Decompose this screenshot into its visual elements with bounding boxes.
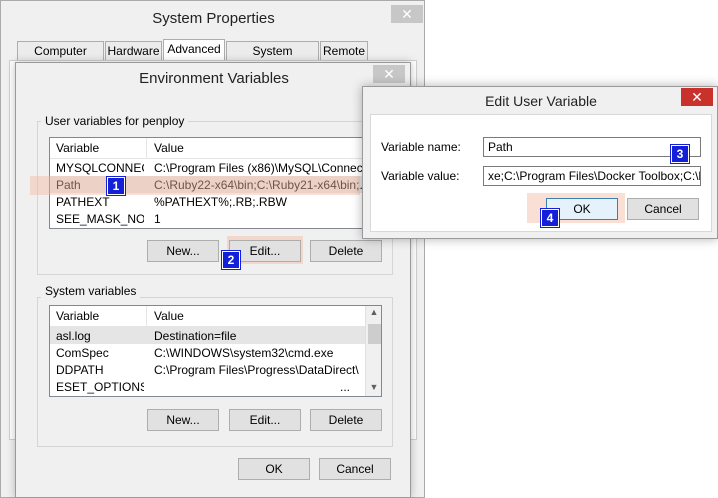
row-variable: ComSpec bbox=[56, 346, 109, 360]
environment-variables-close-button[interactable]: ✕ bbox=[373, 65, 405, 83]
row-value: %PATHEXT%;.RB;.RBW bbox=[154, 195, 287, 209]
system-delete-button[interactable]: Delete bbox=[310, 409, 382, 431]
column-header-variable[interactable]: Variable bbox=[56, 309, 99, 323]
variable-name-label: Variable name: bbox=[381, 140, 461, 154]
system-new-button[interactable]: New... bbox=[147, 409, 219, 431]
env-ok-button[interactable]: OK bbox=[238, 458, 310, 480]
user-variables-label: User variables for penploy bbox=[41, 114, 189, 128]
tab-label: Remote bbox=[322, 44, 366, 58]
row-variable: asl.log bbox=[56, 329, 91, 343]
tab-label: Advanced bbox=[167, 42, 221, 56]
variable-name-field[interactable]: Path bbox=[483, 137, 701, 157]
row-variable: SEE_MASK_NOZ... bbox=[56, 212, 144, 226]
user-delete-button[interactable]: Delete bbox=[310, 240, 382, 262]
row-variable: ESET_OPTIONS bbox=[56, 380, 144, 394]
column-header-value[interactable]: Value bbox=[154, 141, 184, 155]
system-edit-button[interactable]: Edit... bbox=[229, 409, 301, 431]
variable-value-label: Variable value: bbox=[381, 169, 460, 183]
table-row[interactable]: MYSQLCONNEC... C:\Program Files (x86)\My… bbox=[50, 159, 381, 176]
scroll-up-arrow-icon[interactable]: ▲ bbox=[366, 307, 381, 317]
variable-value-field[interactable]: xe;C:\Program Files\Docker Toolbox;C:\bi… bbox=[483, 166, 701, 186]
system-properties-title: System Properties bbox=[152, 10, 275, 27]
row-value: C:\Program Files\Progress\DataDirect\O..… bbox=[154, 363, 359, 377]
tab-remote[interactable]: Remote bbox=[320, 41, 368, 60]
tab-advanced[interactable]: Advanced bbox=[163, 39, 225, 61]
tab-system-protection[interactable]: System Protection bbox=[226, 41, 319, 76]
environment-variables-title: Environment Variables bbox=[139, 70, 289, 87]
edit-cancel-button[interactable]: Cancel bbox=[627, 198, 699, 220]
scroll-down-arrow-icon[interactable]: ▼ bbox=[366, 382, 381, 392]
system-variables-scrollbar[interactable]: ▲ ▼ bbox=[365, 306, 381, 396]
row-value: 1 bbox=[154, 212, 161, 226]
row-variable: MYSQLCONNEC... bbox=[56, 161, 144, 175]
close-icon: ✕ bbox=[401, 6, 413, 22]
row-variable: DDPATH bbox=[56, 363, 104, 377]
column-separator bbox=[146, 306, 147, 326]
row-value: Destination=file bbox=[154, 329, 237, 343]
table-row-selected[interactable]: asl.log Destination=file bbox=[50, 327, 366, 344]
env-cancel-button[interactable]: Cancel bbox=[319, 458, 391, 480]
edit-user-variable-dialog: Edit User Variable ✕ Variable name: Path… bbox=[362, 86, 718, 239]
table-row[interactable]: SEE_MASK_NOZ... 1 bbox=[50, 210, 381, 227]
user-new-button[interactable]: New... bbox=[147, 240, 219, 262]
tab-hardware[interactable]: Hardware bbox=[105, 41, 162, 60]
edit-dialog-title: Edit User Variable bbox=[485, 93, 597, 109]
table-row[interactable]: ESET_OPTIONS ... bbox=[50, 378, 381, 395]
close-icon: ✕ bbox=[691, 89, 703, 105]
step-badge-1: 1 bbox=[107, 177, 125, 195]
table-row[interactable]: DDPATH C:\Program Files\Progress\DataDir… bbox=[50, 361, 381, 378]
close-icon: ✕ bbox=[383, 66, 395, 82]
column-separator bbox=[146, 138, 147, 158]
path-row-highlight bbox=[30, 176, 360, 195]
system-variables-header: Variable Value bbox=[50, 306, 381, 327]
system-variables-list[interactable]: Variable Value asl.log Destination=file … bbox=[49, 305, 382, 397]
row-ellipsis: ... bbox=[340, 380, 351, 394]
table-row[interactable]: ComSpec C:\WINDOWS\system32\cmd.exe bbox=[50, 344, 381, 361]
system-variables-label: System variables bbox=[41, 284, 141, 298]
step-badge-3: 3 bbox=[671, 145, 689, 163]
table-row[interactable]: PATHEXT %PATHEXT%;.RB;.RBW bbox=[50, 193, 381, 210]
step-badge-2: 2 bbox=[222, 251, 240, 269]
row-variable: PATHEXT bbox=[56, 195, 110, 209]
column-header-variable[interactable]: Variable bbox=[56, 141, 99, 155]
environment-variables-window: Environment Variables ✕ User variables f… bbox=[15, 62, 411, 498]
row-value: C:\WINDOWS\system32\cmd.exe bbox=[154, 346, 334, 360]
row-value: C:\Program Files (x86)\MySQL\Connect... bbox=[154, 161, 370, 175]
user-variables-header: Variable Value bbox=[50, 138, 381, 159]
column-header-value[interactable]: Value bbox=[154, 309, 184, 323]
tab-label: Hardware bbox=[107, 44, 160, 58]
tab-computer-name[interactable]: Computer Name bbox=[17, 41, 104, 76]
scroll-thumb[interactable] bbox=[368, 324, 381, 344]
edit-dialog-close-button[interactable]: ✕ bbox=[681, 88, 713, 106]
system-properties-close-button[interactable]: ✕ bbox=[391, 5, 423, 23]
step-badge-4: 4 bbox=[541, 209, 559, 227]
